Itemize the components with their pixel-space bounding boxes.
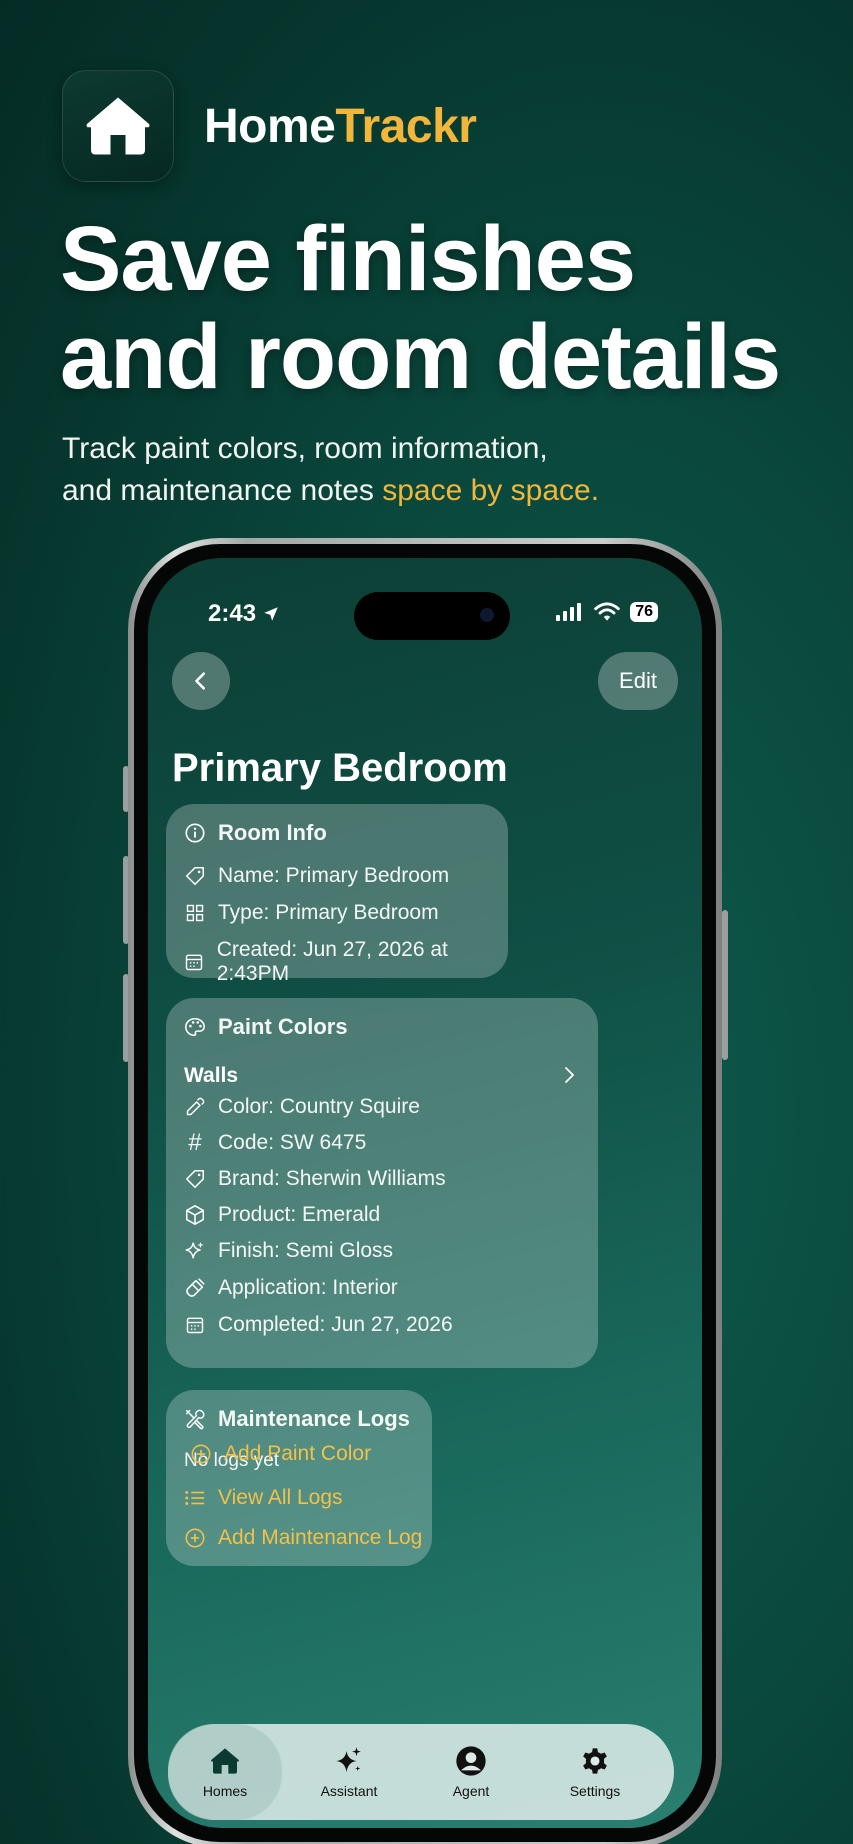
chevron-left-icon — [195, 672, 206, 690]
brand-name-part2: Trackr — [335, 99, 477, 153]
plus-circle-icon — [184, 1527, 206, 1549]
phone-power-button — [722, 910, 728, 1060]
room-info-type-row: Type: Primary Bedroom — [184, 901, 439, 925]
tab-assistant[interactable]: Assistant — [292, 1724, 406, 1820]
signal-icon — [556, 603, 582, 621]
tab-agent[interactable]: Agent — [414, 1724, 528, 1820]
phone-frame: 2:43 76 Edit Primary Bedroom Room Info N… — [128, 538, 722, 1844]
back-button[interactable] — [172, 652, 230, 710]
room-created-value: Created: Jun 27, 2026 at 2:43PM — [216, 938, 448, 985]
tab-agent-label: Agent — [452, 1783, 490, 1799]
subline-line-2: and maintenance notes space by space. — [62, 470, 822, 512]
phone-screen: 2:43 76 Edit Primary Bedroom Room Info N… — [148, 558, 702, 1828]
paint-finish-value: Finish: Semi Gloss — [218, 1239, 394, 1262]
paint-application-row: Application: Interior — [184, 1276, 398, 1300]
wifi-icon — [594, 602, 620, 621]
paint-group-walls[interactable]: Walls — [166, 1054, 598, 1100]
room-name-value: Name: Primary Bedroom — [218, 864, 450, 887]
view-all-logs-label: View All Logs — [218, 1486, 343, 1509]
paint-color-value: Color: Country Squire — [218, 1095, 420, 1118]
maintenance-logs-card: Maintenance Logs No logs yet View All Lo… — [166, 1390, 432, 1566]
tab-assistant-label: Assistant — [320, 1783, 378, 1799]
maintenance-header: Maintenance Logs — [184, 1406, 410, 1432]
app-logo — [62, 70, 174, 182]
tools-icon — [184, 1408, 206, 1430]
marketing-headline: Save finishes and room details — [60, 210, 820, 406]
paint-colors-heading: Paint Colors — [218, 1014, 348, 1039]
tag-icon — [184, 865, 206, 887]
paint-brand-row: Brand: Sherwin Williams — [184, 1167, 446, 1191]
headline-line-2: and room details — [60, 306, 781, 408]
paintbrush-icon — [184, 1277, 206, 1299]
brand-name: HomeTrackr — [204, 99, 477, 154]
room-info-created-row: Created: Jun 27, 2026 at 2:43PM — [184, 938, 508, 986]
paint-completed-row: Completed: Jun 27, 2026 — [184, 1313, 453, 1337]
brand-name-part1: Home — [204, 99, 336, 153]
paint-application-value: Application: Interior — [218, 1276, 398, 1299]
paint-code-row: # Code: SW 6475 — [184, 1129, 367, 1156]
location-arrow-icon — [264, 607, 278, 621]
tab-settings[interactable]: Settings — [538, 1724, 652, 1820]
room-info-name-row: Name: Primary Bedroom — [184, 864, 449, 888]
subline-line-1: Track paint colors, room information, — [62, 432, 548, 465]
eyedropper-icon — [184, 1096, 206, 1118]
headline-line-1: Save finishes — [60, 208, 636, 310]
dynamic-island — [354, 592, 510, 640]
paint-product-value: Product: Emerald — [218, 1203, 381, 1226]
gear-icon — [583, 1748, 607, 1774]
maintenance-heading: Maintenance Logs — [218, 1406, 410, 1431]
paint-code-value: Code: SW 6475 — [218, 1131, 367, 1154]
subline-line-2-text: and maintenance notes — [62, 474, 383, 507]
grid-icon — [184, 902, 206, 924]
phone-bezel: 2:43 76 Edit Primary Bedroom Room Info N… — [134, 544, 716, 1842]
calendar-icon — [184, 1314, 206, 1336]
add-paint-color-button[interactable]: Add Paint Color — [190, 1442, 371, 1466]
marketing-subline: Track paint colors, room information, an… — [62, 428, 822, 512]
tab-bar: Homes Assistant Agent Settings — [168, 1724, 674, 1820]
person-circle-icon — [456, 1746, 486, 1776]
paint-colors-card: Paint Colors Walls Color: Country Squire… — [166, 998, 598, 1368]
status-indicators: 76 — [556, 602, 658, 622]
room-type-value: Type: Primary Bedroom — [218, 901, 439, 924]
subline-accent-text: space by space. — [382, 474, 600, 507]
sparkles-icon — [336, 1747, 361, 1773]
paint-color-row: Color: Country Squire — [184, 1095, 420, 1119]
house-icon — [86, 97, 150, 155]
tab-settings-label: Settings — [569, 1783, 621, 1799]
status-time: 2:43 — [208, 600, 280, 628]
status-time-text: 2:43 — [208, 600, 257, 627]
tag-icon — [184, 1168, 206, 1190]
plus-circle-icon — [190, 1443, 212, 1465]
info-icon — [184, 822, 206, 844]
room-info-header: Room Info — [184, 820, 327, 846]
tab-homes-label: Homes — [202, 1783, 248, 1799]
camera-dot — [480, 608, 494, 622]
battery-indicator: 76 — [630, 602, 658, 622]
add-paint-color-label: Add Paint Color — [224, 1442, 372, 1465]
room-title: Primary Bedroom — [172, 746, 508, 790]
house-icon — [211, 1748, 239, 1774]
paint-group-label: Walls — [184, 1064, 239, 1087]
edit-button[interactable]: Edit — [598, 652, 678, 710]
list-icon — [184, 1487, 206, 1509]
tab-homes[interactable]: Homes — [168, 1724, 282, 1820]
palette-icon — [184, 1016, 206, 1038]
sparkles-icon — [184, 1240, 206, 1262]
cube-icon — [184, 1204, 206, 1226]
paint-brand-value: Brand: Sherwin Williams — [218, 1167, 446, 1190]
paint-completed-value: Completed: Jun 27, 2026 — [218, 1313, 453, 1336]
chevron-right-icon — [565, 1067, 575, 1083]
room-info-card: Room Info Name: Primary Bedroom Type: Pr… — [166, 804, 508, 985]
paint-finish-row: Finish: Semi Gloss — [184, 1239, 393, 1263]
calendar-icon — [184, 951, 205, 973]
hashtag-icon: # — [188, 1129, 202, 1156]
view-all-logs-link[interactable]: View All Logs — [184, 1486, 343, 1510]
add-maintenance-log-label: Add Maintenance Log — [218, 1526, 423, 1549]
paint-colors-header: Paint Colors — [184, 1014, 348, 1040]
add-maintenance-log-button[interactable]: Add Maintenance Log — [184, 1526, 422, 1550]
paint-product-row: Product: Emerald — [184, 1203, 380, 1227]
room-info-heading: Room Info — [218, 820, 327, 845]
app-header: HomeTrackr — [62, 70, 477, 182]
